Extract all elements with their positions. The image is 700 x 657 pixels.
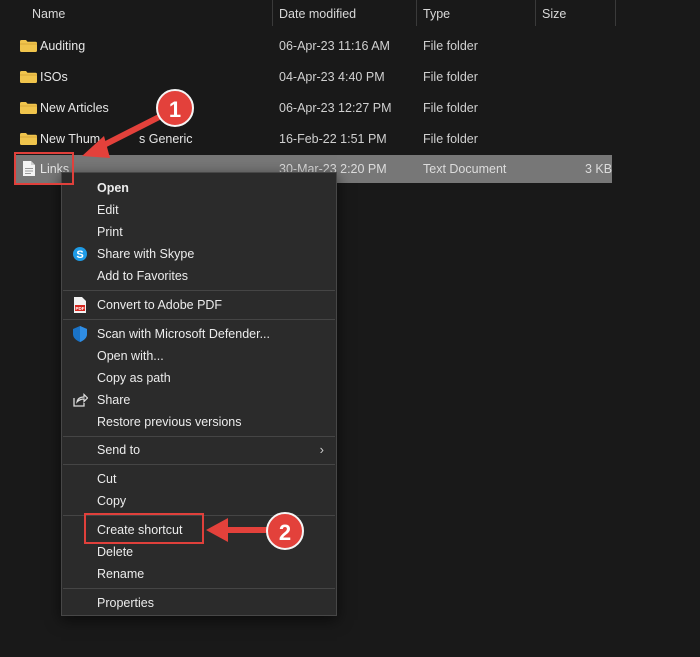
- arrow-1-icon: [82, 111, 168, 158]
- arrow-2-icon: [206, 518, 271, 542]
- step-2-badge: 2: [266, 512, 304, 550]
- annotation-arrows: [82, 111, 271, 542]
- step-1-badge: 1: [156, 89, 194, 127]
